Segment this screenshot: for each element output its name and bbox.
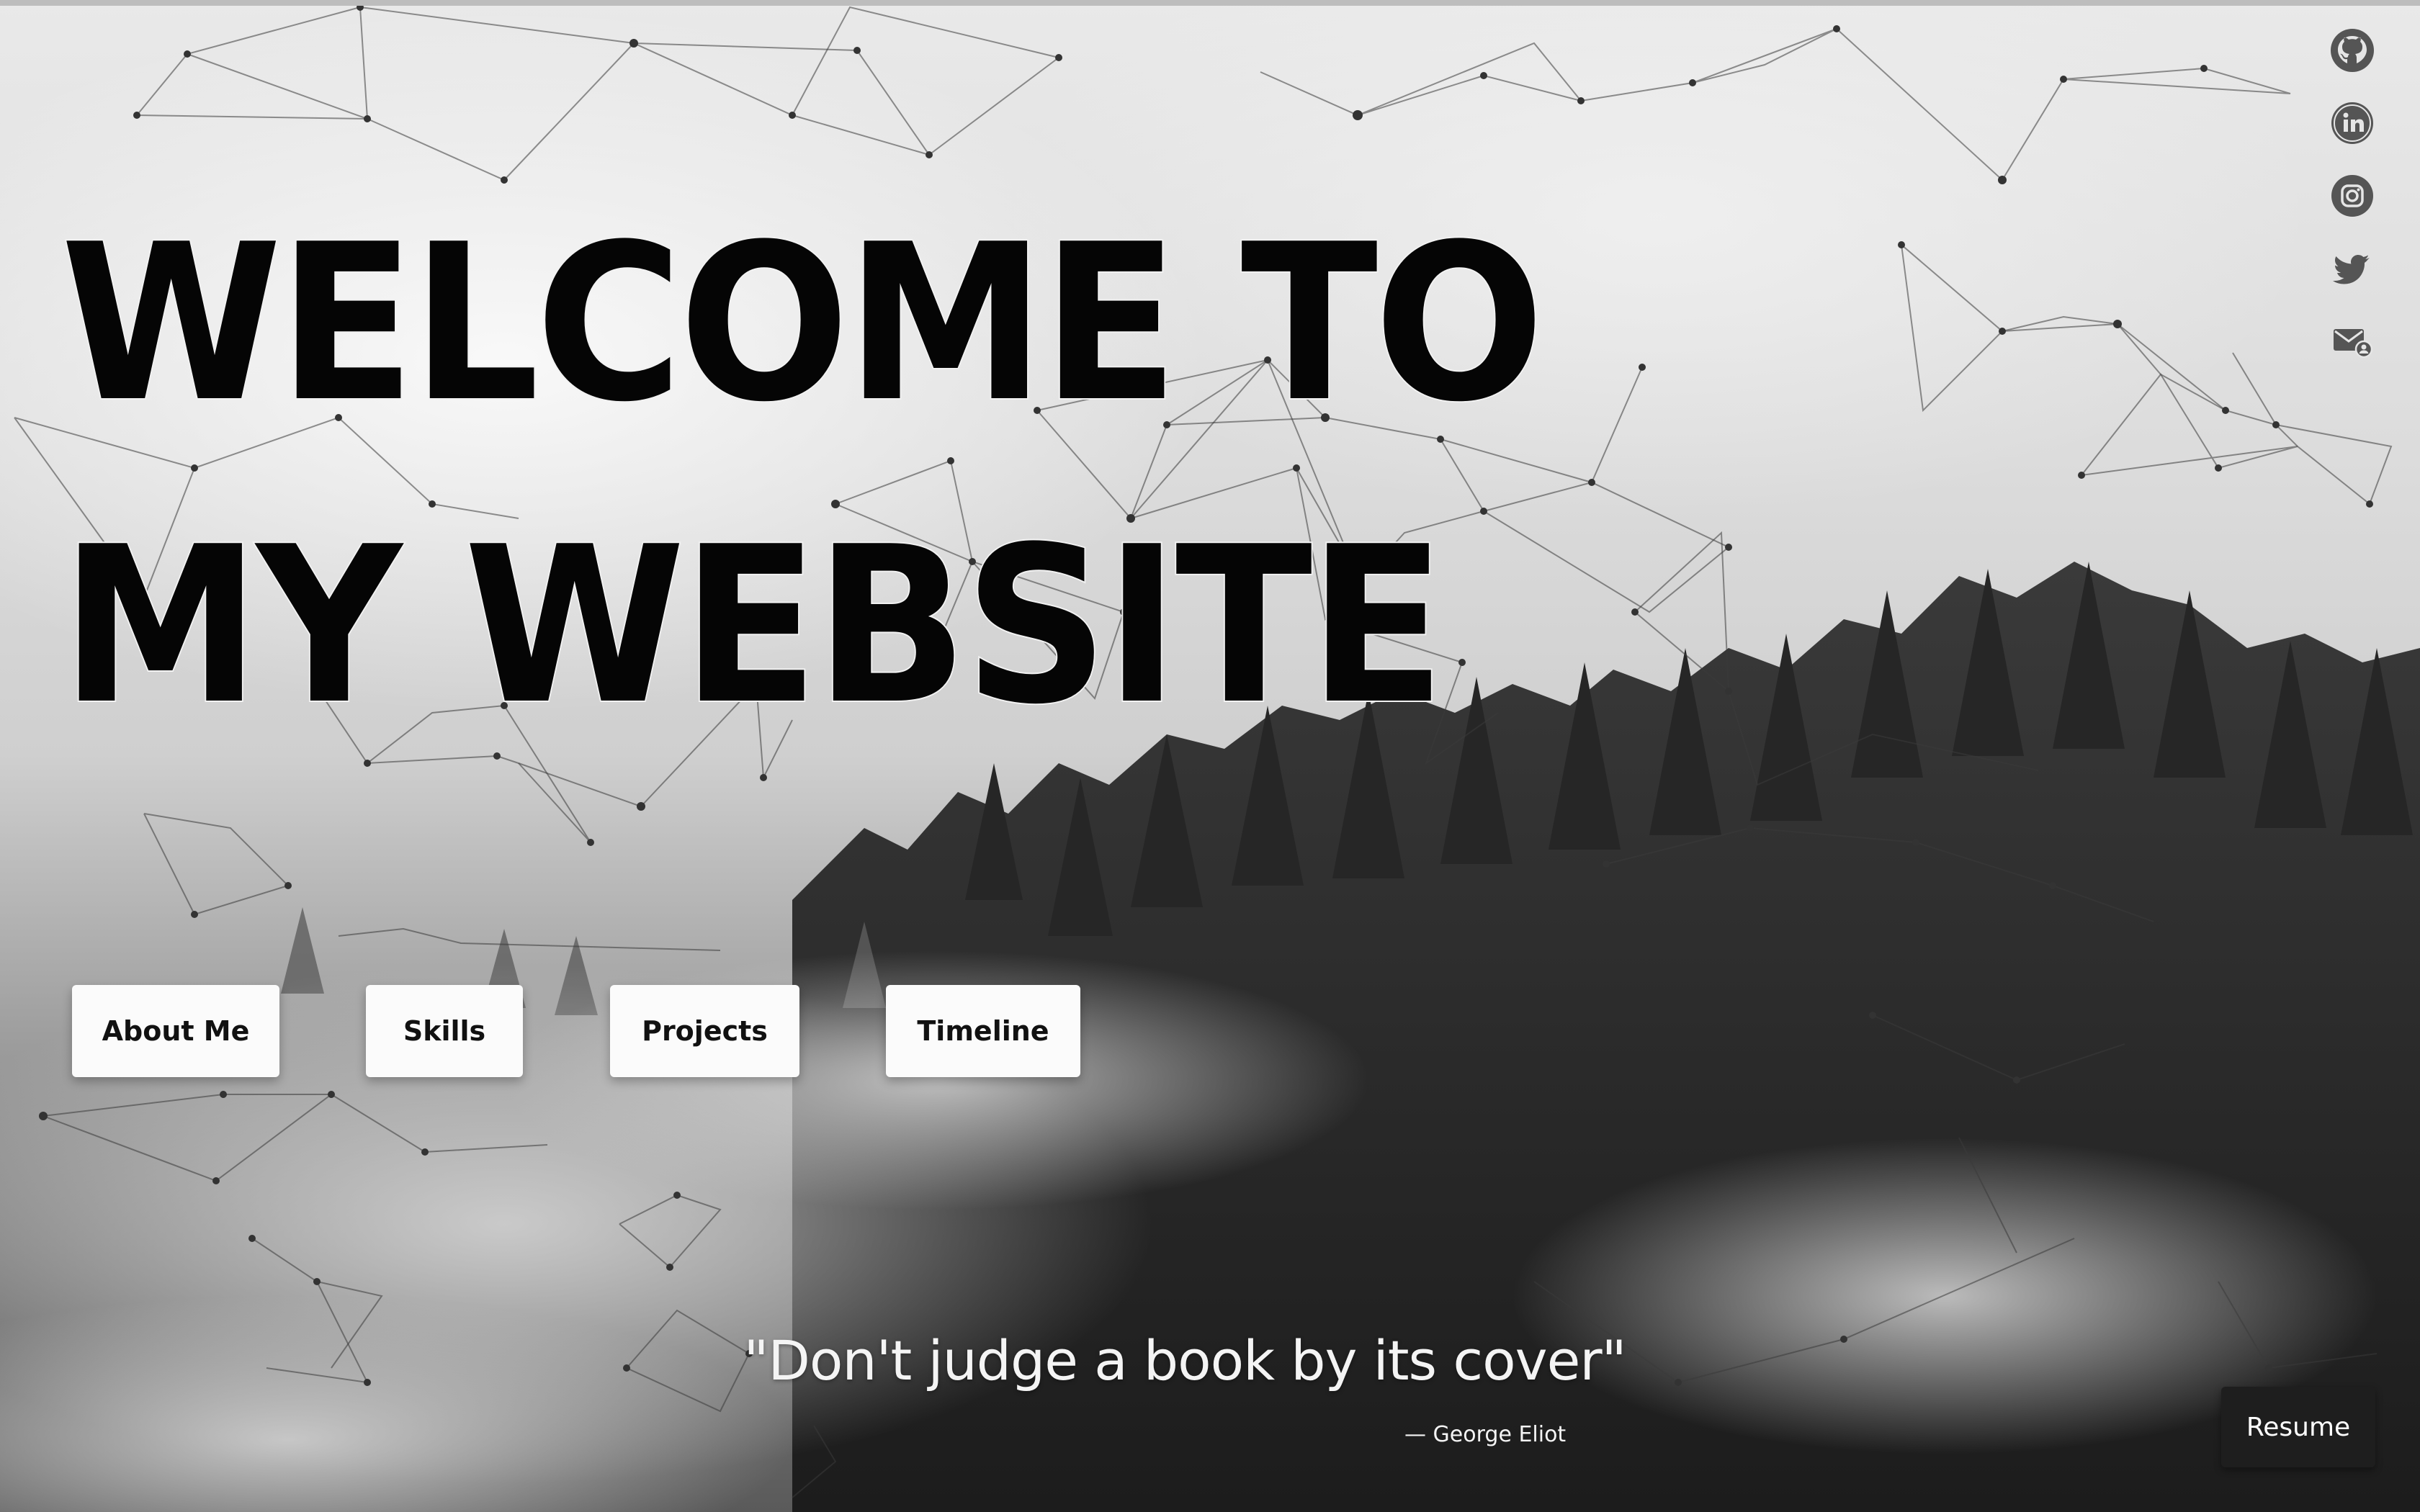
section-nav: About Me Skills Projects Timeline <box>0 985 1152 1077</box>
hero-title: WELCOME TO MY WEBSITE <box>59 197 1546 753</box>
skills-button[interactable]: Skills <box>366 985 523 1077</box>
twitter-icon[interactable] <box>2329 246 2375 292</box>
about-me-button[interactable]: About Me <box>72 985 279 1077</box>
timeline-button[interactable]: Timeline <box>886 985 1080 1077</box>
top-bar <box>0 0 2420 6</box>
quote-block: "Don't judge a book by its cover" — Geor… <box>0 1328 2370 1447</box>
resume-button[interactable]: Resume <box>2221 1387 2375 1467</box>
github-icon[interactable] <box>2329 27 2375 73</box>
landing-page: WELCOME TO MY WEBSITE About Me Skills Pr… <box>0 0 2420 1512</box>
projects-button[interactable]: Projects <box>610 985 799 1077</box>
linkedin-icon[interactable] <box>2329 100 2375 146</box>
quote-text: "Don't judge a book by its cover" <box>743 1328 1626 1392</box>
instagram-icon[interactable] <box>2329 173 2375 219</box>
email-icon[interactable] <box>2329 318 2375 364</box>
social-links <box>2329 27 2375 391</box>
quote-author: — George Eliot <box>1404 1422 1567 1447</box>
